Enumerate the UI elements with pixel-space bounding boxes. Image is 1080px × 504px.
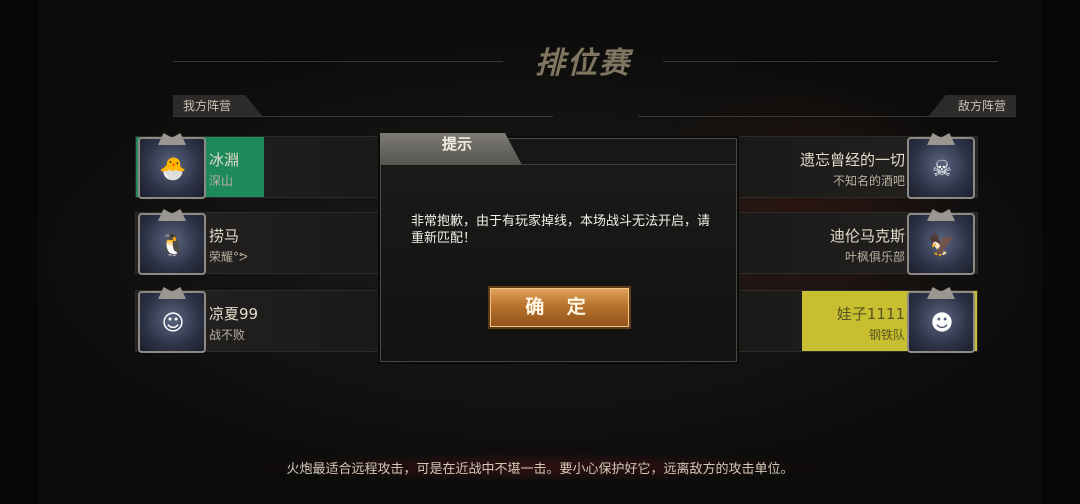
avatar-face: 🐧 [159, 233, 187, 258]
our-player-row-2[interactable]: 🐧 捞马 荣耀°ᕗ [135, 209, 380, 275]
enemy-player-row-3[interactable]: 娃子1111 钢铁队 ☻ [733, 287, 978, 353]
enemy-team-label: 敌方阵营 [928, 95, 1016, 117]
dialog-title: 提示 [442, 135, 473, 153]
player-name: 娃子1111 [836, 305, 905, 323]
player-name: 冰淵 [209, 151, 240, 169]
enemy-player-row-2[interactable]: 迪伦马克斯 叶枫俱乐部 🦅 [733, 209, 978, 275]
enemy-team-rule [638, 116, 1016, 117]
eagle-avatar-icon: 🦅 [907, 209, 975, 275]
portrait-avatar-icon: ☺ [138, 287, 206, 353]
avatar-face: 🦅 [928, 233, 956, 258]
player-name: 捞马 [209, 227, 240, 245]
rank-crest-icon [158, 287, 186, 299]
avatar-face: 🐣 [159, 157, 187, 182]
our-team-rule [173, 116, 553, 117]
creature-avatar-icon: ☠ [907, 133, 975, 199]
player-team: 深山 [209, 174, 234, 188]
qq-penguin-avatar-icon: 🐧 [138, 209, 206, 275]
avatar-face: ☠ [932, 157, 952, 182]
dialog-message: 非常抱歉，由于有玩家掉线，本场战斗无法开启，请重新匹配！ [411, 214, 711, 246]
rank-crest-icon [158, 209, 186, 221]
player-team: 战不败 [209, 328, 246, 342]
kids-photo-avatar-icon: ☻ [907, 287, 975, 353]
our-player-row-3[interactable]: ☺ 凉夏99 战不败 [135, 287, 380, 353]
title-divider-right [663, 61, 998, 62]
avatar-face: ☻ [930, 311, 954, 336]
our-player-row-1[interactable]: 🐣 冰淵 深山 [135, 133, 380, 199]
player-team: 荣耀°ᕗ [209, 250, 248, 264]
page-title: 排位赛 [535, 46, 631, 81]
player-team: 不知名的酒吧 [832, 174, 905, 188]
player-name: 迪伦马克斯 [829, 227, 905, 245]
avatar-face: ☺ [161, 311, 185, 336]
rank-crest-icon [927, 133, 955, 145]
player-team: 叶枫俱乐部 [844, 250, 905, 264]
player-name: 凉夏99 [209, 305, 259, 323]
notice-dialog: 提示 非常抱歉，由于有玩家掉线，本场战斗无法开启，请重新匹配！ 确 定 [380, 133, 737, 362]
rank-crest-icon [927, 209, 955, 221]
left-screen-edge [0, 0, 38, 504]
player-name: 遗忘曾经的一切 [799, 151, 905, 169]
enemy-player-row-1[interactable]: 遗忘曾经的一切 不知名的酒吧 ☠ [733, 133, 978, 199]
chick-avatar-icon: 🐣 [138, 133, 206, 199]
our-team-label: 我方阵营 [173, 95, 263, 117]
title-divider-left [173, 61, 503, 62]
right-screen-edge [1042, 0, 1080, 504]
player-team: 钢铁队 [868, 328, 905, 342]
loading-tip: 火炮最适合远程攻击，可是在近战中不堪一击。要小心保护好它，远离敌方的攻击单位。 [286, 462, 794, 477]
rank-crest-icon [158, 133, 186, 145]
dialog-title-tab: 提示 [380, 133, 522, 165]
confirm-button[interactable]: 确 定 [488, 286, 631, 329]
rank-crest-icon [927, 287, 955, 299]
